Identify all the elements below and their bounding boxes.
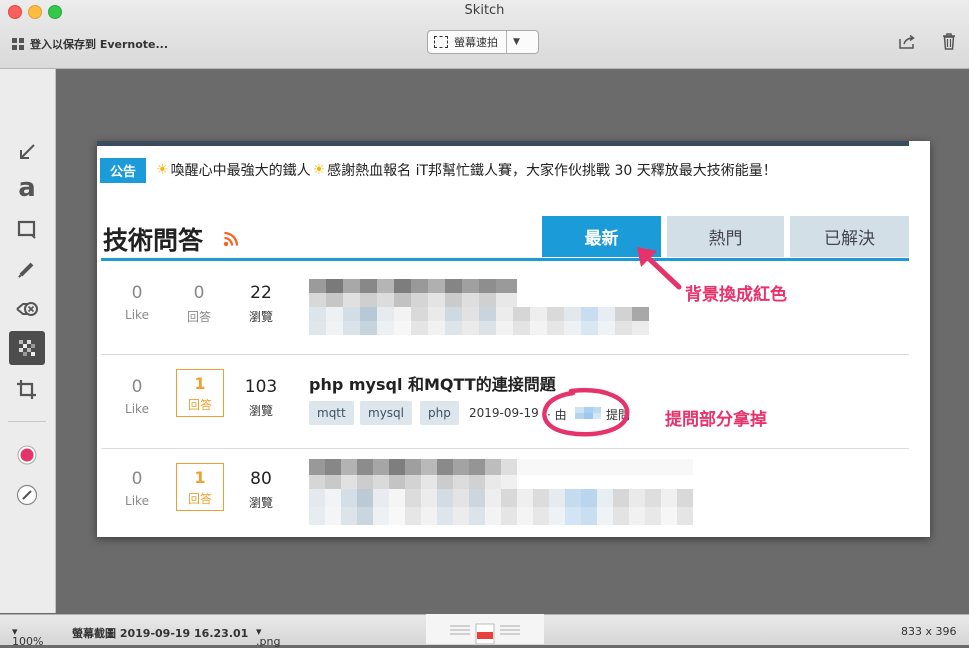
tool-divider	[8, 421, 46, 422]
file-format[interactable]: .png ▾	[256, 625, 280, 648]
pen-icon	[18, 262, 34, 278]
announcement-bar: 公告 ☀ 喚醒心中最強大的鐵人 ☀ 感謝熱血報名 iT邦幫忙鐵人賽，大家作伙挑戰…	[100, 157, 777, 183]
stroke-width-picker[interactable]	[9, 478, 45, 512]
sun-icon: ☀	[312, 162, 326, 178]
view-count: 103 瀏覽	[244, 377, 278, 418]
chevron-down-icon[interactable]: ▼	[513, 37, 520, 47]
announcement-text-2: 感謝熱血報名 iT邦幫忙鐵人賽，大家作伙挑戰 30 天釋放最大技術能量！	[327, 163, 777, 179]
tab-solved[interactable]: 已解決	[790, 216, 909, 257]
screen-capture-label: 螢幕速拍	[454, 36, 498, 49]
sun-icon: ☀	[156, 162, 169, 178]
announcement-badge: 公告	[100, 157, 147, 183]
button-divider	[506, 31, 507, 53]
like-count: 0 Like	[125, 283, 149, 322]
section-title: 技術問答	[103, 226, 204, 255]
rectangle-tool[interactable]	[9, 213, 45, 247]
question-row[interactable]: 0 Like 0 回答 22 瀏覽	[101, 261, 909, 355]
question-date: 2019-09-19	[469, 406, 539, 420]
crop-icon	[17, 380, 36, 399]
question-row[interactable]: 0 Like 1 回答 103 瀏覽 php mysql 和MQTT的連接問題 mqt…	[101, 355, 909, 449]
like-count: 0 Like	[125, 377, 149, 416]
stroke-width-icon	[16, 484, 38, 506]
trash-icon[interactable]	[942, 33, 956, 50]
image-dimensions: 833 x 396	[901, 625, 957, 638]
arrow-icon	[20, 144, 35, 159]
grid-icon	[12, 38, 24, 50]
rectangle-icon	[17, 220, 36, 239]
pixelate-icon	[19, 340, 35, 356]
annotation-arrow[interactable]	[627, 237, 687, 297]
zoom-level[interactable]: 100% ▾	[12, 625, 43, 648]
question-title[interactable]: php mysql 和MQTT的連接問題	[309, 371, 556, 395]
screen-capture-button[interactable]: 螢幕速拍 ▼	[427, 30, 539, 54]
annotation-text-remove[interactable]: 提問部分拿掉	[665, 405, 767, 430]
stamp-tool[interactable]	[9, 292, 45, 326]
text-tool[interactable]: a	[9, 171, 45, 205]
view-count: 80 瀏覽	[248, 469, 273, 510]
crop-tool[interactable]	[9, 373, 45, 407]
window-titlebar: Skitch 登入以保存到 Evernote... 螢幕速拍 ▼	[0, 0, 969, 69]
like-count: 0 Like	[125, 469, 149, 508]
pixelate-tool[interactable]	[9, 331, 45, 365]
pen-tool[interactable]	[9, 252, 45, 286]
evernote-login-label: 登入以保存到 Evernote...	[30, 38, 169, 51]
text-icon: a	[18, 173, 36, 203]
rss-icon	[223, 231, 239, 247]
annotation-ellipse[interactable]	[535, 385, 635, 441]
pixelated-title	[309, 459, 693, 525]
file-name[interactable]: 螢幕截圖 2019-09-19 16.23.01	[72, 625, 248, 641]
question-row[interactable]: 0 Like 1 回答 80 瀏覽	[101, 449, 909, 537]
answer-count: 0 回答	[186, 283, 211, 324]
crop-capture-icon	[434, 36, 448, 48]
drag-handle[interactable]	[426, 614, 544, 644]
annotation-text-red-background[interactable]: 背景換成紅色	[685, 280, 787, 305]
evernote-login-button[interactable]: 登入以保存到 Evernote...	[12, 36, 168, 52]
answer-count-box: 1 回答	[176, 369, 224, 417]
announcement-text-1: 喚醒心中最強大的鐵人	[170, 163, 311, 179]
image-canvas[interactable]: 公告 ☀ 喚醒心中最強大的鐵人 ☀ 感謝熱血報名 iT邦幫忙鐵人賽，大家作伙挑戰…	[97, 141, 930, 537]
arrow-tool[interactable]	[9, 135, 45, 169]
window-title: Skitch	[464, 3, 505, 18]
answer-count-box: 1 回答	[176, 463, 224, 511]
stamp-icon	[16, 302, 38, 316]
color-picker[interactable]	[9, 438, 45, 472]
color-swatch-icon	[17, 445, 37, 465]
tag-php[interactable]: php	[420, 401, 459, 425]
tag-mysql[interactable]: mysql	[360, 401, 412, 425]
share-icon[interactable]	[899, 35, 916, 49]
tag-mqtt[interactable]: mqtt	[309, 401, 354, 425]
pixelated-title	[309, 279, 649, 335]
png-file-icon	[450, 623, 520, 644]
header-edge	[97, 141, 909, 146]
tool-palette: a	[0, 69, 56, 613]
view-count: 22 瀏覽	[248, 283, 273, 324]
